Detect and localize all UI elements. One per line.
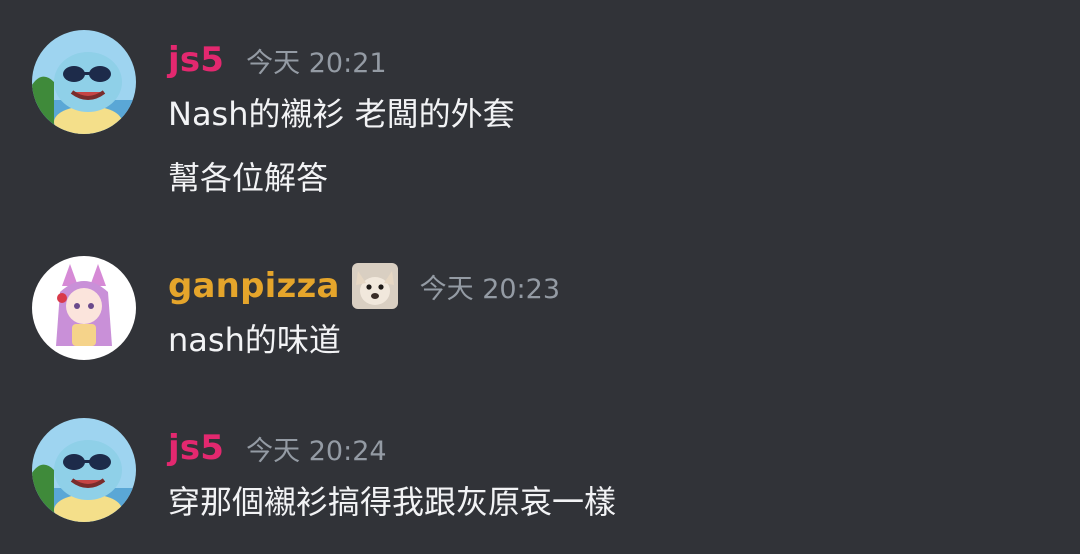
message-text: nash的味道 bbox=[168, 321, 341, 359]
timestamp: 今天 20:24 bbox=[246, 435, 387, 467]
message-text: 穿那個襯衫搞得我跟灰原哀一樣 bbox=[168, 483, 617, 521]
message-header: ganpizza 今天 20:23 bbox=[168, 263, 561, 309]
user-avatar[interactable] bbox=[32, 30, 136, 134]
chat-message-list: js5 今天 20:21 Nash的襯衫 老闆的外套 幫各位解答 ganpizz… bbox=[0, 0, 1080, 554]
message-text: 幫各位解答 bbox=[168, 159, 329, 197]
dog-face-role-icon bbox=[351, 263, 398, 309]
username[interactable]: js5 bbox=[168, 40, 224, 80]
timestamp: 今天 20:23 bbox=[419, 273, 561, 305]
timestamp: 今天 20:21 bbox=[246, 47, 387, 79]
message-text: Nash的襯衫 老闆的外套 bbox=[168, 95, 515, 133]
message-header: js5 今天 20:21 bbox=[168, 38, 387, 82]
squirtle-avatar-icon bbox=[32, 30, 136, 134]
anime-catgirl-avatar-icon bbox=[32, 256, 136, 360]
user-avatar[interactable] bbox=[32, 418, 136, 522]
username[interactable]: js5 bbox=[168, 428, 224, 468]
username[interactable]: ganpizza bbox=[168, 266, 340, 306]
squirtle-avatar-icon bbox=[32, 418, 136, 522]
user-avatar[interactable] bbox=[32, 256, 136, 360]
message-header: js5 今天 20:24 bbox=[168, 426, 387, 470]
